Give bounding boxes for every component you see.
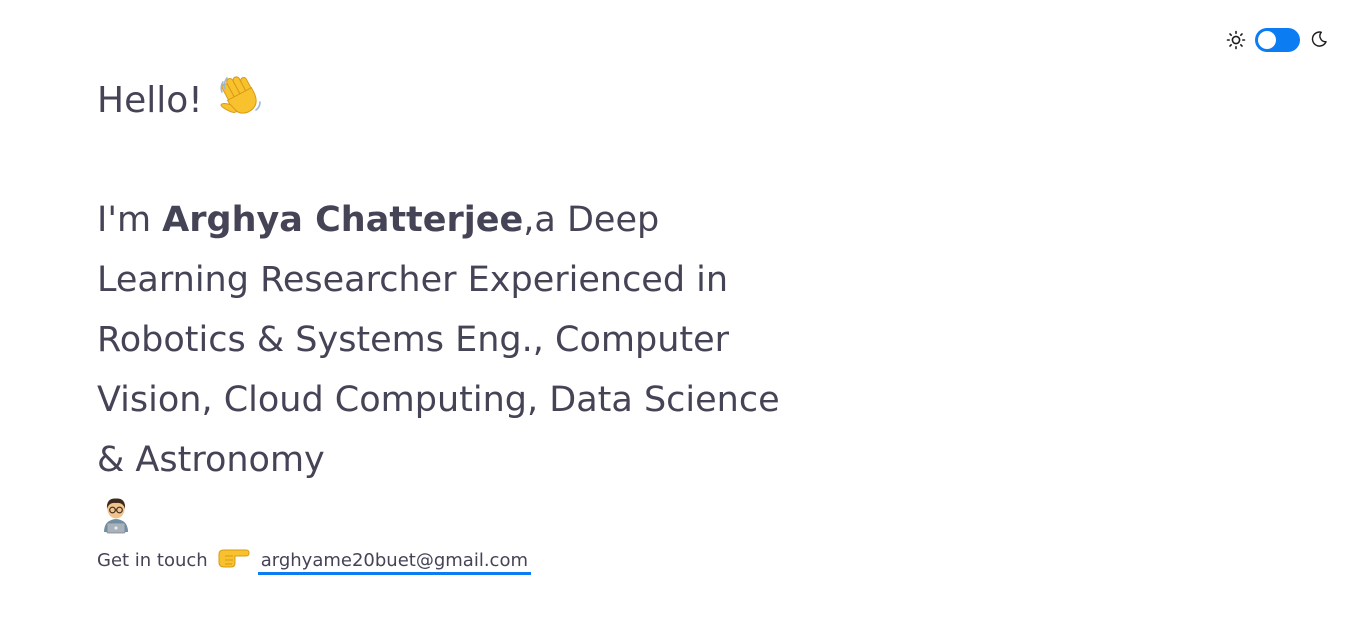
greeting-heading: Hello! xyxy=(97,72,265,128)
technologist-icon xyxy=(104,498,128,534)
sun-icon xyxy=(1226,30,1246,50)
intro-prefix: I'm xyxy=(97,200,163,240)
pointing-right-icon xyxy=(218,549,250,568)
email-link[interactable]: arghyame20buet@gmail.com xyxy=(257,550,531,575)
waving-hand-icon xyxy=(220,76,261,114)
greeting-text: Hello! xyxy=(97,80,203,121)
dark-mode-switch[interactable] xyxy=(1255,28,1300,52)
intro-description: ,a Deep Learning Researcher Experienced … xyxy=(97,200,780,480)
theme-toggle[interactable] xyxy=(1226,27,1328,53)
get-in-touch-label: Get in touch xyxy=(97,550,208,571)
switch-knob[interactable] xyxy=(1258,31,1276,49)
author-name: Arghya Chatterjee xyxy=(162,200,524,240)
moon-icon xyxy=(1311,31,1327,47)
intro-paragraph: I'm Arghya Chatterjee,a Deep Learning Re… xyxy=(97,190,817,534)
contact-line: Get in touch arghyame20buet@gmail.com xyxy=(97,544,531,578)
